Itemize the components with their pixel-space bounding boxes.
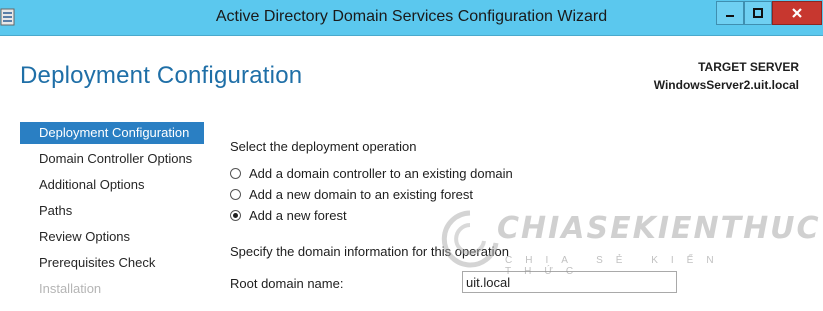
close-button[interactable]	[772, 1, 822, 25]
maximize-icon	[753, 8, 763, 18]
deployment-operation-label: Select the deployment operation	[230, 139, 417, 154]
nav-item-additional-options[interactable]: Additional Options	[20, 172, 204, 198]
close-icon	[792, 8, 802, 18]
root-domain-input[interactable]	[462, 271, 677, 293]
option-label: Add a new forest	[249, 207, 347, 223]
option-add-new-forest[interactable]: Add a new forest	[230, 206, 347, 224]
radio-button-checked[interactable]	[230, 209, 241, 221]
root-domain-label: Root domain name:	[230, 276, 344, 291]
nav-item-prerequisites-check[interactable]: Prerequisites Check	[20, 250, 204, 276]
watermark-swirl-icon	[441, 210, 499, 268]
minimize-button[interactable]	[716, 1, 744, 25]
option-add-dc-existing-domain[interactable]: Add a domain controller to an existing d…	[230, 164, 513, 182]
title-bar: Active Directory Domain Services Configu…	[0, 0, 823, 36]
target-server-label: TARGET SERVER	[698, 60, 799, 74]
watermark-logo: CHIASEKIENTHUC CHIA SẺ KIẾN THỨC	[435, 205, 819, 280]
radio-button[interactable]	[230, 167, 241, 179]
nav-item-review-options[interactable]: Review Options	[20, 224, 204, 250]
domain-info-label: Specify the domain information for this …	[230, 244, 509, 259]
option-add-domain-existing-forest[interactable]: Add a new domain to an existing forest	[230, 185, 473, 203]
minimize-icon	[726, 15, 734, 17]
nav-item-domain-controller-options[interactable]: Domain Controller Options	[20, 146, 204, 172]
wizard-nav: Deployment Configuration Domain Controll…	[20, 122, 204, 302]
radio-button[interactable]	[230, 188, 241, 200]
nav-item-deployment-configuration[interactable]: Deployment Configuration	[20, 122, 204, 144]
option-label: Add a domain controller to an existing d…	[249, 165, 513, 181]
nav-item-paths[interactable]: Paths	[20, 198, 204, 224]
option-label: Add a new domain to an existing forest	[249, 186, 474, 202]
maximize-button[interactable]	[744, 1, 772, 25]
target-server-value: WindowsServer2.uit.local	[653, 78, 799, 92]
page-title: Deployment Configuration	[20, 62, 303, 89]
nav-item-installation: Installation	[39, 281, 102, 296]
window-title: Active Directory Domain Services Configu…	[215, 8, 608, 25]
watermark-text: CHIASEKIENTHUC	[497, 211, 821, 246]
